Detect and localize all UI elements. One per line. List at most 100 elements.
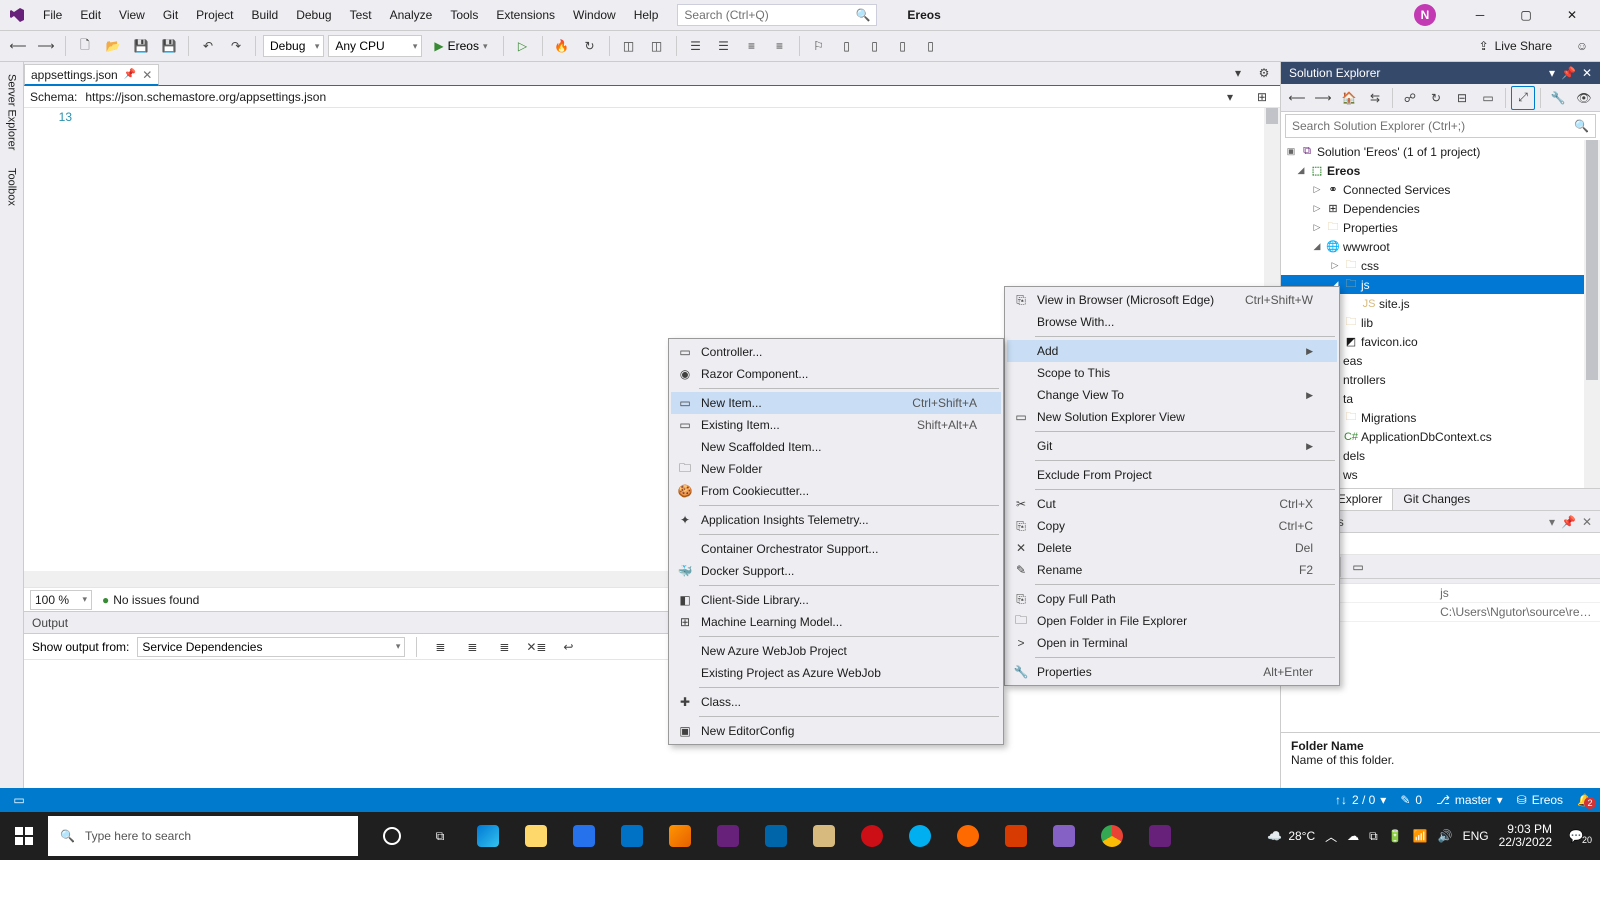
ctx-change-view-to[interactable]: Change View To▶ (1007, 384, 1337, 406)
ctx-client-side-library[interactable]: ◧Client-Side Library... (671, 589, 1001, 611)
output-clear-icon[interactable]: ✕≣ (524, 635, 548, 659)
ctx-new-editorconfig[interactable]: ▣New EditorConfig (671, 720, 1001, 742)
ctx-new-scaffolded-item[interactable]: New Scaffolded Item... (671, 436, 1001, 458)
chrome-icon[interactable] (1088, 812, 1136, 860)
se-filter-icon[interactable]: ☍ (1398, 86, 1422, 110)
tb-icon-2[interactable]: ◫ (645, 34, 669, 58)
ctx-add[interactable]: Add▶ (1007, 340, 1337, 362)
tray-clock[interactable]: 9:03 PM 22/3/2022 (1499, 823, 1552, 849)
ctx-exclude-from-project[interactable]: Exclude From Project (1007, 464, 1337, 486)
quick-search-box[interactable]: Search (Ctrl+Q) 🔍 (677, 4, 877, 26)
ctx-from-cookiecutter[interactable]: 🍪From Cookiecutter... (671, 480, 1001, 502)
app-icon-2[interactable] (944, 812, 992, 860)
ctx-new-azure-webjob-project[interactable]: New Azure WebJob Project (671, 640, 1001, 662)
ctx-docker-support[interactable]: 🐳Docker Support... (671, 560, 1001, 582)
hot-reload-icon[interactable]: 🔥 (550, 34, 574, 58)
mail-icon[interactable] (608, 812, 656, 860)
platform-combo[interactable]: Any CPU (328, 35, 422, 57)
taskbar-search[interactable]: 🔍 Type here to search (48, 816, 358, 856)
save-icon[interactable]: 💾 (129, 34, 153, 58)
forward-icon[interactable]: ⟶ (34, 34, 58, 58)
ctx-open-in-terminal[interactable]: >Open in Terminal (1007, 632, 1337, 654)
se-showall-icon[interactable]: ▭ (1476, 86, 1500, 110)
menu-debug[interactable]: Debug (287, 4, 340, 26)
panel-close-icon[interactable]: ✕ (1582, 66, 1592, 80)
cortana-icon[interactable] (368, 812, 416, 860)
status-branch[interactable]: ⎇ master ▾ (1436, 793, 1503, 807)
ctx-browse-with[interactable]: Browse With... (1007, 311, 1337, 333)
tb-icon-1[interactable]: ◫ (617, 34, 641, 58)
tray-chevron-icon[interactable]: ︿ (1325, 828, 1337, 845)
opera-icon[interactable] (848, 812, 896, 860)
menu-window[interactable]: Window (564, 4, 625, 26)
menu-file[interactable]: File (34, 4, 71, 26)
vs-icon-2[interactable] (1136, 812, 1184, 860)
se-sync-icon[interactable]: ⤢ (1511, 86, 1535, 110)
ctx-class[interactable]: ✚Class... (671, 691, 1001, 713)
server-explorer-tab[interactable]: Server Explorer (3, 66, 21, 158)
ctx-copy[interactable]: ⎘CopyCtrl+C (1007, 515, 1337, 537)
menu-view[interactable]: View (110, 4, 154, 26)
ctx-container-orchestrator-support[interactable]: Container Orchestrator Support... (671, 538, 1001, 560)
tb-icon-3[interactable]: ☰ (684, 34, 708, 58)
tray-onedrive-icon[interactable]: ☁ (1347, 829, 1359, 843)
ctx-new-solution-explorer-view[interactable]: ▭New Solution Explorer View (1007, 406, 1337, 428)
output-wrap-icon[interactable]: ↩ (556, 635, 580, 659)
tray-notifications[interactable]: 💬20 (1562, 829, 1590, 843)
start-without-debug-icon[interactable]: ▷ (511, 34, 535, 58)
ctx-scope-to-this[interactable]: Scope to This (1007, 362, 1337, 384)
user-avatar[interactable]: N (1414, 4, 1436, 26)
tray-battery-icon[interactable]: 🔋 (1388, 829, 1403, 843)
ctx-delete[interactable]: ✕DeleteDel (1007, 537, 1337, 559)
menu-analyze[interactable]: Analyze (381, 4, 442, 26)
ctx-new-folder[interactable]: 🗀New Folder (671, 458, 1001, 480)
schema-dropdown-icon[interactable]: ▾ (1218, 85, 1242, 109)
firefox-icon[interactable] (656, 812, 704, 860)
minimize-button[interactable]: ─ (1458, 0, 1502, 30)
se-search-box[interactable]: Search Solution Explorer (Ctrl+;) 🔍 (1285, 114, 1596, 138)
redo-icon[interactable]: ↷ (224, 34, 248, 58)
se-refresh-icon[interactable]: ↻ (1424, 86, 1448, 110)
back-icon[interactable]: ⟵ (6, 34, 30, 58)
schema-split-icon[interactable]: ⊞ (1250, 85, 1274, 109)
save-all-icon[interactable]: 💾 (157, 34, 181, 58)
status-pencil[interactable]: ✎ 0 (1400, 793, 1422, 807)
toolbox-tab[interactable]: Toolbox (3, 160, 21, 214)
ctx-cut[interactable]: ✂CutCtrl+X (1007, 493, 1337, 515)
live-share-button[interactable]: ⇪ Live Share (1469, 39, 1562, 53)
output-btn-1[interactable]: ≣ (428, 635, 452, 659)
se-preview-icon[interactable]: 👁 (1572, 86, 1596, 110)
browser-link-icon[interactable]: ↻ (578, 34, 602, 58)
ctx-new-item[interactable]: ▭New Item...Ctrl+Shift+A (671, 392, 1001, 414)
menu-project[interactable]: Project (187, 4, 242, 26)
tab-settings-icon[interactable]: ⚙ (1252, 61, 1276, 85)
tray-lang-icon[interactable]: ENG (1463, 829, 1489, 843)
vs-icon[interactable] (704, 812, 752, 860)
status-repo[interactable]: ⛁ Ereos (1517, 793, 1563, 807)
ctx-existing-project-as-azure-webjob[interactable]: Existing Project as Azure WebJob (671, 662, 1001, 684)
skype-icon[interactable] (896, 812, 944, 860)
ctx-razor-component[interactable]: ◉Razor Component... (671, 363, 1001, 385)
status-changes[interactable]: ↑↓ 2 / 0 ▾ (1335, 793, 1386, 807)
menu-help[interactable]: Help (625, 4, 668, 26)
tb-icon-5[interactable]: ≡ (740, 34, 764, 58)
se-switch-icon[interactable]: ⇆ (1363, 86, 1387, 110)
output-source-combo[interactable]: Service Dependencies (137, 637, 405, 657)
output-btn-3[interactable]: ≣ (492, 635, 516, 659)
new-project-icon[interactable]: 🗋 (73, 34, 97, 58)
menu-tools[interactable]: Tools (441, 4, 487, 26)
status-notifications[interactable]: 🔔2 (1577, 793, 1592, 807)
tab-git-changes[interactable]: Git Changes (1393, 489, 1480, 510)
feedback-icon[interactable]: ☺ (1570, 34, 1594, 58)
pin-icon[interactable]: 📌 (124, 69, 136, 80)
edge-icon[interactable] (464, 812, 512, 860)
ctx-copy-full-path[interactable]: ⎘Copy Full Path (1007, 588, 1337, 610)
ctx-application-insights-telemetry[interactable]: ✦Application Insights Telemetry... (671, 509, 1001, 531)
document-tab-appsettings[interactable]: appsettings.json 📌 ✕ (24, 64, 159, 86)
props-pages-icon[interactable]: ▭ (1346, 555, 1370, 579)
se-fwd-icon[interactable]: ⟶ (1311, 86, 1335, 110)
output-btn-2[interactable]: ≣ (460, 635, 484, 659)
status-ready-icon[interactable]: ▭ (8, 789, 30, 811)
add-submenu[interactable]: ▭Controller...◉Razor Component...▭New It… (668, 338, 1004, 745)
props-pin-icon[interactable]: 📌 (1561, 515, 1576, 529)
